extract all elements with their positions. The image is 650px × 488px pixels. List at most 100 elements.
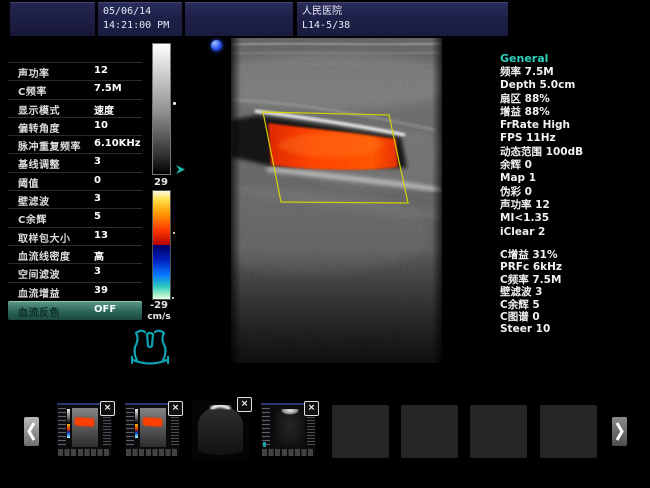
thumbnail-mini-params [126, 408, 134, 446]
readout-line: C增益 31% [500, 249, 648, 261]
thumbnail-mini-image [72, 408, 98, 447]
param-value: 6.10KHz [94, 138, 141, 149]
thumbnail-bodymark-dot [263, 442, 266, 447]
param-row-line-density[interactable]: 血流线密度 高 [8, 245, 142, 263]
readout-line: C余辉 5 [500, 299, 648, 311]
param-value: 0 [94, 175, 101, 186]
param-value: 5 [94, 211, 101, 222]
parameter-menu: 声功率 12 C频率 7.5M 显示模式 速度 偏转角度10 脉冲重复频率 6.10KH… [8, 62, 142, 320]
color-readout-panel: C增益 31% PRFc 6kHz C频率 7.5M 壁滤波 3 C余辉 5 C… [500, 249, 648, 336]
param-label: 壁滤波 [18, 193, 50, 208]
grayscale-bar [152, 43, 171, 175]
param-row-c-frequency[interactable]: C频率 7.5M [8, 80, 142, 98]
readout-header: General [500, 52, 648, 66]
thumbnail-close-icon[interactable]: × [237, 397, 252, 412]
readout-line: MI<1.35 [500, 212, 648, 225]
param-row-flow-invert-selected[interactable]: 血流反色 OFF [8, 301, 142, 320]
thumbnail-slot-empty [540, 405, 597, 458]
thumbnail-mini-params [262, 408, 270, 446]
readout-line: C频率 7.5M [500, 274, 648, 286]
probe-model: L14-5/38 [302, 19, 350, 33]
param-label: 脉冲重复频率 [18, 138, 81, 153]
param-row-baseline[interactable]: 基线调整3 [8, 153, 142, 171]
ultrasound-image-area[interactable] [231, 38, 442, 363]
ultrasound-image[interactable] [231, 38, 442, 363]
thumbnail-mini-colorbar [135, 424, 138, 438]
readout-line: PRFc 6kHz [500, 261, 648, 273]
patient-info-box [185, 2, 293, 36]
param-value: OFF [94, 304, 116, 315]
gray-marker-dot [173, 102, 176, 105]
readout-line: C图谱 0 [500, 311, 648, 323]
param-label: 显示模式 [18, 102, 60, 117]
param-row-color-gain[interactable]: 血流增益 39 [8, 282, 142, 300]
thumbnail-slot-empty [332, 405, 389, 458]
filmstrip-next-button[interactable] [612, 417, 627, 446]
hospital-name: 人民医院 [302, 5, 350, 19]
param-row-c-persistence[interactable]: C余辉 5 [8, 208, 142, 226]
thumbnail-cine-strip [262, 449, 315, 456]
datetime-box: 05/06/1414:21:00 PM [98, 2, 182, 36]
time-text: 14:21:00 PM [103, 19, 169, 33]
colorbar-positive [153, 191, 170, 245]
param-label: 血流线密度 [18, 248, 71, 263]
param-row-prf[interactable]: 脉冲重复频率 6.10KHz [8, 135, 142, 153]
param-value: 7.5M [94, 83, 122, 94]
param-row-steer-angle[interactable]: 偏转角度10 [8, 117, 142, 135]
param-row-wall-filter[interactable]: 壁滤波3 [8, 190, 142, 208]
velocity-max-label: 29 [146, 177, 176, 188]
ultrasound-system-screen: 05/06/1414:21:00 PM 人民医院L14-5/38 声功率 12 C… [0, 0, 650, 488]
readout-line: 声功率 12 [500, 199, 648, 212]
thumbnail-mini-colorbar [67, 424, 70, 438]
param-value: 12 [94, 65, 108, 76]
param-row-spatial-filter[interactable]: 空间滤波3 [8, 263, 142, 281]
param-label: C频率 [18, 83, 47, 98]
thumbnail-2[interactable]: × [125, 403, 180, 449]
param-label: 声功率 [18, 65, 50, 80]
status-led-icon [211, 40, 222, 51]
focus-marker-icon [176, 165, 186, 175]
logo-box [10, 2, 95, 36]
thumbnail-mini-image [275, 409, 305, 447]
readout-line: 伪彩 0 [500, 186, 648, 199]
param-label: C余辉 [18, 211, 47, 226]
param-row-acoustic-power[interactable]: 声功率 12 [8, 62, 142, 80]
param-value: 速度 [94, 102, 114, 117]
velocity-unit-label: cm/s [144, 312, 174, 322]
scale-end-dot [172, 297, 174, 299]
body-marker-icon [128, 326, 172, 370]
velocity-min-label: -29 [144, 300, 174, 311]
thumbnail-mini-graybar [135, 409, 138, 422]
readout-line: Steer 10 [500, 323, 648, 335]
param-label: 血流增益 [18, 285, 60, 300]
thumbnail-slot-empty [401, 405, 458, 458]
thumbnail-mini-params [58, 408, 66, 446]
readout-line: FrRate High [500, 119, 648, 132]
thumbnail-3[interactable]: × [192, 401, 249, 461]
thumbnail-4[interactable]: × [261, 403, 316, 449]
param-value: 39 [94, 285, 108, 296]
param-row-threshold[interactable]: 阈值0 [8, 172, 142, 190]
readout-line: FPS 11Hz [500, 132, 648, 145]
chevron-right-icon [614, 421, 625, 442]
param-value: 13 [94, 230, 108, 241]
thumbnail-close-icon[interactable]: × [100, 401, 115, 416]
param-row-packet-size[interactable]: 取样包大小 13 [8, 227, 142, 245]
filmstrip-prev-button[interactable] [24, 417, 39, 446]
readout-line: Map 1 [500, 172, 648, 185]
thumbnail-close-icon[interactable]: × [168, 401, 183, 416]
thumbnail-1[interactable]: × [57, 403, 112, 449]
param-label: 取样包大小 [18, 230, 71, 245]
thumbnail-close-icon[interactable]: × [304, 401, 319, 416]
param-value: 高 [94, 248, 104, 263]
readout-line: 动态范围 100dB [500, 146, 648, 159]
param-label: 基线调整 [18, 156, 60, 171]
thumbnail-mini-graybar [67, 409, 70, 422]
param-row-display-mode[interactable]: 显示模式 速度 [8, 99, 142, 117]
readout-line: 壁滤波 3 [500, 286, 648, 298]
readout-line: 频率 7.5M [500, 66, 648, 79]
thumbnail-cine-strip [126, 449, 179, 456]
readout-line: 扇区 88% [500, 93, 648, 106]
param-label: 血流反色 [18, 304, 60, 319]
readout-line: Depth 5.0cm [500, 79, 648, 92]
